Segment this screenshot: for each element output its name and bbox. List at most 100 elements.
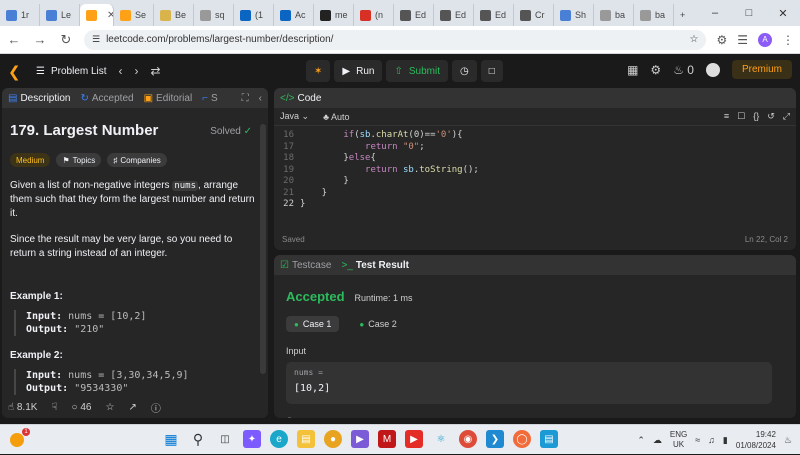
tab-test-result[interactable]: >_ Test Result <box>341 260 409 271</box>
search-icon[interactable]: ⚲ <box>189 430 207 448</box>
topics-button[interactable]: ⚑ Topics <box>56 153 102 167</box>
settings-gear-icon[interactable]: ⚙ <box>650 63 661 77</box>
problem-list-button[interactable]: ☰ Problem List <box>36 66 107 77</box>
collapse-icon[interactable]: ‹ <box>259 93 262 104</box>
browser-tab[interactable]: Ed <box>434 4 474 26</box>
browser-tab[interactable]: Ed <box>474 4 514 26</box>
copilot-icon[interactable]: ✦ <box>243 430 261 448</box>
language-select[interactable]: Java ⌄ <box>280 111 309 122</box>
browser-tab[interactable]: me <box>314 4 354 26</box>
url-box[interactable]: ☰ leetcode.com/problems/largest-number/d… <box>84 29 707 50</box>
next-problem-icon[interactable]: › <box>135 64 139 78</box>
clock[interactable]: 19:42 01/08/2024 <box>736 429 776 451</box>
timer-button[interactable]: ◷ <box>451 60 477 82</box>
dislike-icon[interactable]: ☟ <box>51 402 57 413</box>
expand-icon[interactable]: ⛶ <box>242 93 249 104</box>
minimize-icon[interactable]: – <box>698 7 732 19</box>
browser-tab[interactable]: 1r <box>0 4 40 26</box>
browser-tab[interactable]: (n <box>354 4 394 26</box>
tab-accepted[interactable]: ↻ Accepted <box>80 93 133 104</box>
start-windows-icon[interactable]: ▦ <box>162 430 180 448</box>
vscode-icon[interactable]: ❯ <box>486 430 504 448</box>
tab-solutions[interactable]: ⌐ S <box>202 93 218 104</box>
notes-button[interactable]: □ <box>480 60 503 82</box>
like-button[interactable]: ☝ 8.1K <box>8 402 37 413</box>
battery-icon[interactable]: ▮ <box>723 435 728 446</box>
code-editor[interactable]: 16 if(sb.charAt(0)=='0'){ 17 return "0";… <box>274 126 796 211</box>
tab-code[interactable]: </> Code <box>280 93 321 104</box>
volume-icon[interactable]: ♫ <box>708 435 715 445</box>
description-scrollbar[interactable] <box>260 124 266 374</box>
browser-tab[interactable]: (1 <box>234 4 274 26</box>
browser-tab[interactable]: ba <box>634 4 674 26</box>
case-2-tab[interactable]: ● Case 2 <box>351 316 404 332</box>
menu-icon[interactable]: ⋮ <box>782 33 794 47</box>
fullscreen-icon[interactable]: ⤢ <box>783 111 790 122</box>
task-view-icon[interactable]: ◫ <box>216 430 234 448</box>
notes-app-icon[interactable]: ▤ <box>540 430 558 448</box>
notification-bell-icon[interactable]: ♨ <box>784 435 792 446</box>
browser-tab[interactable]: Le <box>40 4 80 26</box>
auto-mode-toggle[interactable]: ♣ Auto <box>323 112 349 122</box>
user-avatar[interactable] <box>705 62 720 77</box>
chrome-icon[interactable]: ◉ <box>459 430 477 448</box>
reload-icon[interactable]: ↻ <box>58 32 74 48</box>
postman-icon[interactable]: ◯ <box>513 430 531 448</box>
premium-button[interactable]: Premium <box>731 60 792 79</box>
browser-tab[interactable]: Ac <box>274 4 314 26</box>
cloud-icon[interactable]: ☁ <box>653 435 662 446</box>
weather-widget-icon[interactable]: 1 <box>8 427 30 450</box>
tab-testcase[interactable]: ☑ Testcase <box>280 260 331 271</box>
star-icon[interactable]: ☆ <box>106 402 115 413</box>
prev-problem-icon[interactable]: ‹ <box>119 64 123 78</box>
reset-icon[interactable]: ↺ <box>767 111 775 122</box>
close-window-icon[interactable]: ✕ <box>766 7 800 20</box>
edge-icon[interactable]: e <box>270 430 288 448</box>
chrome-dev-icon[interactable]: ● <box>324 430 342 448</box>
profile-avatar[interactable]: A <box>758 32 772 47</box>
debug-button[interactable]: ✶ <box>306 60 331 82</box>
mcafee-icon[interactable]: M <box>378 430 396 448</box>
run-button[interactable]: ▶ Run <box>334 60 383 82</box>
browser-tab[interactable]: ✕ <box>80 4 114 26</box>
maximize-icon[interactable]: □ <box>732 7 766 19</box>
language-indicator[interactable]: ENG UK <box>670 430 687 450</box>
wifi-icon[interactable]: ≈ <box>695 435 700 445</box>
bookmark-star-icon[interactable]: ☆ <box>690 34 699 45</box>
forward-icon[interactable]: → <box>32 32 48 47</box>
shuffle-icon[interactable]: ⇄ <box>151 64 161 78</box>
format-icon[interactable]: ≡ <box>724 111 729 122</box>
react-icon[interactable]: ⚛ <box>432 430 450 448</box>
tab-close-icon[interactable]: ✕ <box>107 10 113 21</box>
browser-tab[interactable]: Be <box>154 4 194 26</box>
browser-tab[interactable]: Ed <box>394 4 434 26</box>
browser-tab[interactable]: Sh <box>554 4 594 26</box>
chevron-up-icon[interactable]: ⌃ <box>637 435 645 446</box>
back-icon[interactable]: ← <box>6 32 22 47</box>
site-info-icon[interactable]: ☰ <box>92 34 100 45</box>
extensions-icon[interactable]: ⚙ <box>716 33 727 47</box>
browser-tab[interactable]: ba <box>594 4 634 26</box>
submit-button[interactable]: ⇧ Submit <box>386 60 448 82</box>
companies-button[interactable]: ♯ Companies <box>107 153 167 167</box>
youtube-icon[interactable]: ▶ <box>405 430 423 448</box>
streak-counter[interactable]: ♨ 0 <box>673 63 694 77</box>
file-explorer-icon[interactable]: ▤ <box>297 430 315 448</box>
new-tab-button[interactable]: + <box>674 4 691 26</box>
leetcode-logo-icon[interactable]: ❮ <box>8 63 22 81</box>
tab-editorial[interactable]: ▣ Editorial <box>144 93 193 104</box>
media-icon[interactable]: ☰ <box>737 33 748 47</box>
case-1-tab[interactable]: ● Case 1 <box>286 316 340 332</box>
comments-button[interactable]: ○ 46 <box>72 402 92 413</box>
browser-tab[interactable]: Se <box>114 4 154 26</box>
braces-icon[interactable]: {} <box>753 111 759 122</box>
difficulty-badge[interactable]: Medium <box>10 153 51 167</box>
layout-grid-icon[interactable]: ▦ <box>627 63 638 77</box>
browser-tab[interactable]: Cr <box>514 4 554 26</box>
share-icon[interactable]: ↗ <box>128 402 136 413</box>
url-text[interactable]: leetcode.com/problems/largest-number/des… <box>106 34 683 45</box>
tab-description[interactable]: ▤ Description <box>8 93 70 104</box>
help-icon[interactable]: ⓘ <box>151 400 161 415</box>
media-player-icon[interactable]: ▶ <box>351 430 369 448</box>
bookmark-icon[interactable]: ☐ <box>737 111 745 122</box>
